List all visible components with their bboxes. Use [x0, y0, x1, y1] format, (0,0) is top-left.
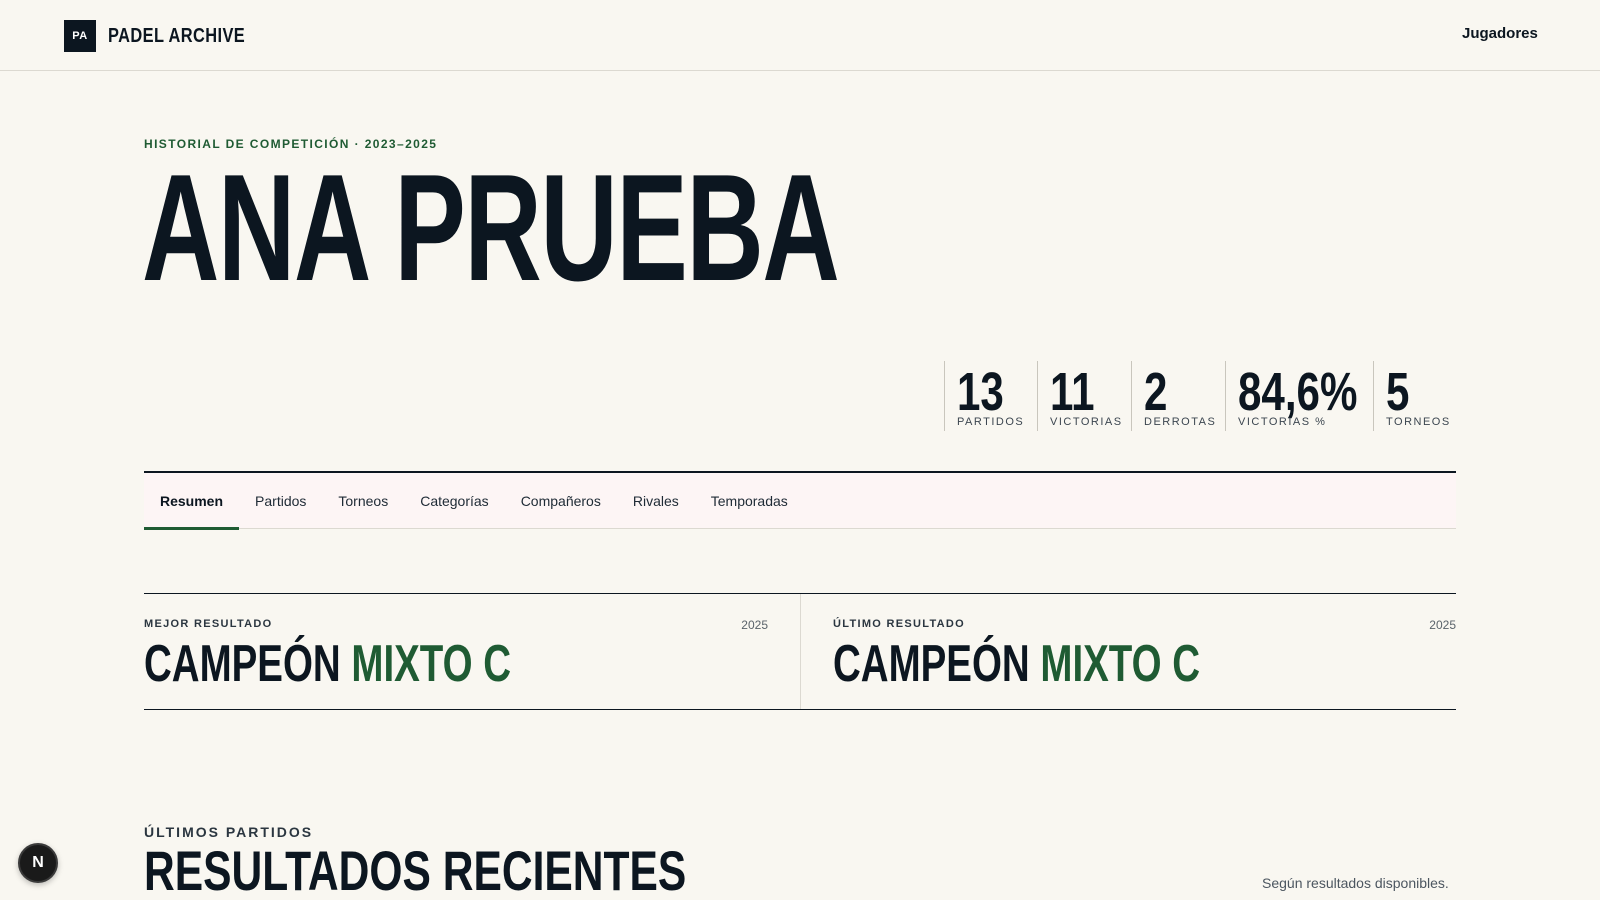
brand-home-link[interactable]: PA PADEL ARCHIVE [64, 20, 275, 52]
recent-title: RESULTADOS RECIENTES [144, 839, 687, 900]
nav-link-jugadores[interactable]: Jugadores [1462, 25, 1538, 42]
tab-rivales[interactable]: Rivales [617, 473, 695, 529]
stat-torneos: 5 TORNEOS [1373, 361, 1461, 431]
card-year: 2025 [741, 618, 768, 632]
stat-value: 84,6% [1238, 362, 1358, 422]
stat-label: VICTORIAS % [1238, 416, 1327, 428]
latest-result-card: ÚLTIMO RESULTADO 2025 CAMPEÓN MIXTO C [800, 594, 1456, 709]
stat-partidos: 13 PARTIDOS [944, 361, 1037, 431]
stat-value: 2 [1144, 362, 1168, 422]
card-title: CAMPEÓN MIXTO C [833, 638, 1200, 690]
profile-tabs: Resumen Partidos Torneos Categorías Comp… [144, 471, 1456, 530]
stat-derrotas: 2 DERROTAS [1131, 361, 1225, 431]
best-result-card: MEJOR RESULTADO 2025 CAMPEÓN MIXTO C [144, 594, 800, 709]
stat-victorias-pct: 84,6% VICTORIAS % [1225, 361, 1373, 431]
card-label: MEJOR RESULTADO [144, 618, 273, 630]
card-year: 2025 [1429, 618, 1456, 632]
tab-companeros[interactable]: Compañeros [505, 473, 617, 529]
stat-value: 11 [1050, 362, 1095, 422]
brand-logo: PA [64, 20, 96, 52]
recent-note: Según resultados disponibles. [1262, 875, 1449, 891]
tab-temporadas[interactable]: Temporadas [695, 473, 804, 529]
result-category: MIXTO C [1040, 635, 1201, 693]
tab-torneos[interactable]: Torneos [322, 473, 404, 529]
tab-partidos[interactable]: Partidos [239, 473, 322, 529]
nextjs-badge-icon[interactable]: N [18, 843, 58, 883]
result-title: CAMPEÓN [144, 635, 341, 693]
stat-label: PARTIDOS [957, 416, 1025, 428]
tab-categorias[interactable]: Categorías [404, 473, 504, 529]
stat-value: 13 [957, 362, 1004, 422]
stat-label: DERROTAS [1144, 416, 1217, 428]
result-category: MIXTO C [351, 635, 512, 693]
stat-label: TORNEOS [1386, 416, 1451, 428]
result-title: CAMPEÓN [833, 635, 1030, 693]
stat-value: 5 [1386, 362, 1410, 422]
stat-label: VICTORIAS [1050, 416, 1123, 428]
stat-victorias: 11 VICTORIAS [1037, 361, 1131, 431]
player-name: ANA PRUEBA [142, 143, 840, 313]
top-bar: PA PADEL ARCHIVE Jugadores [0, 0, 1600, 71]
brand-name: PADEL ARCHIVE [108, 24, 246, 47]
tab-resumen[interactable]: Resumen [144, 473, 240, 530]
card-label: ÚLTIMO RESULTADO [833, 618, 966, 630]
results-cards: MEJOR RESULTADO 2025 CAMPEÓN MIXTO C ÚLT… [144, 593, 1456, 710]
stats-bar: 13 PARTIDOS 11 VICTORIAS 2 DERROTAS 84,6… [944, 361, 1461, 431]
card-title: CAMPEÓN MIXTO C [144, 638, 511, 690]
recent-kicker: ÚLTIMOS PARTIDOS [144, 824, 314, 840]
